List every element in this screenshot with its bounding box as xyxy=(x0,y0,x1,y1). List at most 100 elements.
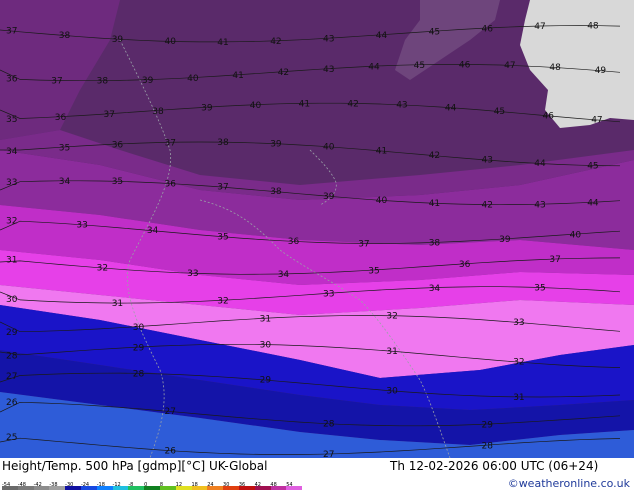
scale-swatch xyxy=(191,486,208,490)
contour-label: 37 xyxy=(358,239,369,249)
contour-label: 34 xyxy=(6,147,18,157)
contour-label: 47 xyxy=(534,22,545,32)
map-canvas: 37 38 39 40 41 42 43 44 45 46 47 48 36 37 38 39 40 41 42 43… xyxy=(0,0,634,460)
contour-label: 44 xyxy=(368,63,380,73)
contour-label: 43 xyxy=(534,200,545,210)
contour-label: 45 xyxy=(429,28,440,38)
contour-label: 38 xyxy=(59,31,71,41)
contour-label: 36 xyxy=(165,179,177,189)
contour-label: 43 xyxy=(323,35,334,45)
contour-label: 32 xyxy=(386,312,397,322)
contour-label: 46 xyxy=(482,24,494,34)
contour-label: 35 xyxy=(368,266,379,276)
contour-label: 48 xyxy=(549,63,561,73)
contour-label: 34 xyxy=(429,284,441,294)
contour-label: 28 xyxy=(133,369,145,379)
contour-label: 36 xyxy=(459,260,471,270)
contour-label: 25 xyxy=(6,433,17,443)
contour-label: 27 xyxy=(165,407,176,417)
contour-label: 40 xyxy=(187,74,199,84)
scale-swatch xyxy=(2,486,18,490)
contour-label: 44 xyxy=(587,199,599,209)
scale-swatch xyxy=(65,486,81,490)
contour-label: 47 xyxy=(591,116,602,126)
contour-label: 46 xyxy=(543,111,555,121)
scale-swatch xyxy=(128,486,145,490)
contour-label: 39 xyxy=(323,192,335,202)
contour-label: 36 xyxy=(55,113,67,123)
scale-swatch xyxy=(223,486,239,490)
contour-label: 36 xyxy=(288,237,300,247)
contour-label: 30 xyxy=(386,386,398,396)
color-scale xyxy=(2,486,303,490)
contour-label: 37 xyxy=(51,76,62,86)
contour-label: 31 xyxy=(6,256,17,266)
contour-label: 28 xyxy=(323,419,335,429)
contour-label: 43 xyxy=(323,65,334,75)
contour-label: 29 xyxy=(482,420,494,430)
contour-label: 30 xyxy=(260,341,272,351)
contour-label: 31 xyxy=(386,347,397,357)
contour-label: 42 xyxy=(429,151,440,161)
map-title: Height/Temp. 500 hPa [gdmp][°C] UK-Globa… xyxy=(2,459,268,473)
contour-label: 43 xyxy=(482,156,493,166)
contour-label: 31 xyxy=(112,299,123,309)
scale-swatch xyxy=(254,486,271,490)
contour-label: 34 xyxy=(59,177,71,187)
contour-label: 38 xyxy=(429,239,441,249)
contour-label: 35 xyxy=(217,232,228,242)
scale-swatch xyxy=(207,486,224,490)
scale-swatch xyxy=(238,486,255,490)
contour-label: 41 xyxy=(376,147,387,157)
contour-label: 42 xyxy=(278,68,289,78)
contour-label: 34 xyxy=(278,270,290,280)
contour-label: 46 xyxy=(459,60,471,70)
contour-label: 37 xyxy=(6,27,17,37)
contour-label: 26 xyxy=(165,446,177,456)
contour-label: 33 xyxy=(76,221,87,231)
contour-label: 39 xyxy=(142,76,154,86)
contour-label: 41 xyxy=(429,199,440,209)
contour-label: 27 xyxy=(6,372,17,382)
contour-label: 44 xyxy=(445,103,457,113)
contour-label: 32 xyxy=(6,217,17,227)
contour-label: 41 xyxy=(299,99,310,109)
contour-label: 42 xyxy=(482,201,493,211)
contour-label: 29 xyxy=(133,343,145,353)
contour-label: 40 xyxy=(570,231,582,241)
contour-label: 35 xyxy=(6,115,17,125)
contour-label: 40 xyxy=(250,101,262,111)
contour-label: 27 xyxy=(323,450,334,458)
contour-label: 36 xyxy=(112,140,124,150)
contour-label: 39 xyxy=(499,235,511,245)
scale-swatch xyxy=(17,486,34,490)
contour-label: 47 xyxy=(504,61,515,71)
contour-label: 38 xyxy=(97,77,109,87)
footer: Height/Temp. 500 hPa [gdmp][°C] UK-Globa… xyxy=(0,458,634,490)
contour-label: 44 xyxy=(376,31,388,41)
contour-label: 48 xyxy=(587,22,599,32)
contour-label: 37 xyxy=(104,110,115,120)
scale-swatch xyxy=(175,486,192,490)
contour-label: 30 xyxy=(6,295,18,305)
contour-label: 33 xyxy=(6,178,17,188)
contour-label: 41 xyxy=(232,71,243,81)
scale-swatch xyxy=(80,486,97,490)
contour-label: 40 xyxy=(165,37,177,47)
contour-label: 36 xyxy=(6,75,18,85)
contour-label: 32 xyxy=(513,358,524,368)
contour-label: 38 xyxy=(152,107,164,117)
contour-label: 37 xyxy=(549,255,560,265)
contour-label: 49 xyxy=(595,66,607,76)
contour-label: 38 xyxy=(217,138,229,148)
contour-label: 39 xyxy=(201,104,213,114)
credit-link[interactable]: ©weatheronline.co.uk xyxy=(508,477,630,490)
scale-swatch xyxy=(286,486,303,490)
contour-label: 43 xyxy=(396,101,407,111)
scale-swatch xyxy=(33,486,50,490)
contour-label: 33 xyxy=(513,318,524,328)
contour-label: 40 xyxy=(376,196,388,206)
map-datetime: Th 12-02-2026 06:00 UTC (06+24) xyxy=(390,459,599,473)
contour-label: 33 xyxy=(187,269,198,279)
contour-label: 39 xyxy=(112,35,124,45)
